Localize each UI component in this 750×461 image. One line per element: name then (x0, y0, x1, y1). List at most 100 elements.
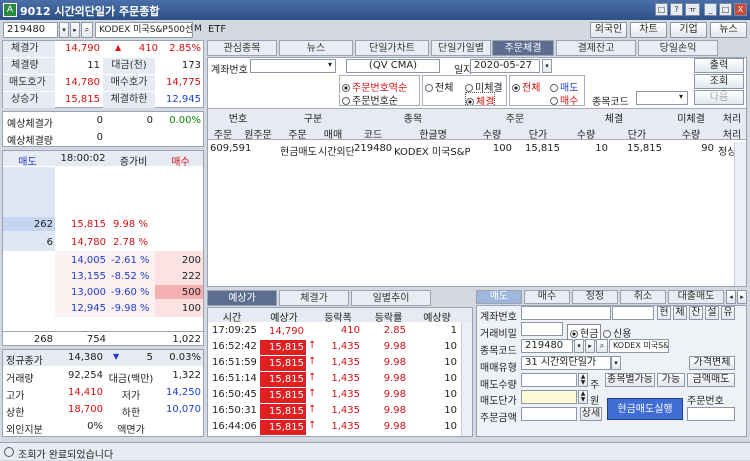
sell-qty-input[interactable] (521, 373, 577, 387)
tick-row[interactable]: 16:50:31 15,815 ↑ 1,435 9.98 10 (208, 404, 461, 419)
tab-right-icon[interactable]: ▸ (737, 290, 747, 304)
form-code-next[interactable]: ▸ (585, 339, 595, 353)
tab-modify[interactable]: 정정 (572, 290, 618, 304)
query-button[interactable]: 조회 (694, 74, 744, 89)
password-input[interactable] (521, 322, 563, 336)
tick-row[interactable]: 17:09:25 14,790 410 2.85 1 (208, 324, 461, 339)
tick-row[interactable]: 16:51:59 15,815 ↑ 1,435 9.98 10 (208, 356, 461, 371)
form-code-input[interactable]: 219480 (521, 339, 573, 353)
company-button[interactable]: 기업 (670, 22, 707, 38)
order-type-dropdown[interactable]: ▾ (611, 356, 621, 370)
tab-cancel[interactable]: 취소 (620, 290, 666, 304)
tick-time: 16:51:59 (212, 357, 256, 368)
credit-radio[interactable]: 신용 (603, 325, 631, 340)
col-order-price: 단가 (528, 130, 548, 141)
status-bar: 조회가 완료되었습니다 (0, 442, 750, 461)
tick-row[interactable]: 16:52:42 15,815 ↑ 1,435 9.98 10 (208, 340, 461, 355)
tick-rate: 9.98 (383, 341, 406, 352)
side-buy-radio[interactable]: 매수 (550, 92, 578, 105)
form-stock-name: KODEX 미국S&P (609, 339, 669, 353)
ticks-scrollbar[interactable] (461, 322, 472, 436)
col-trade: 매매 (323, 130, 343, 141)
account-input[interactable] (250, 59, 336, 73)
window-menu-button[interactable]: □ (655, 3, 668, 16)
security-type: ETF (208, 24, 227, 35)
tab-watchlist[interactable]: 관심종목 (207, 40, 277, 56)
order-type-select[interactable]: 31 시간외단일가 (521, 356, 611, 370)
code-dropdown-button[interactable]: ▾ (59, 22, 69, 38)
tick-time: 16:51:14 (212, 373, 256, 384)
tick-row[interactable]: 16:51:14 15,815 ↑ 1,435 9.98 10 (208, 372, 461, 387)
foreign-button[interactable]: 외국인 (590, 22, 627, 38)
close-button[interactable]: X (734, 3, 747, 16)
table-scrollbar[interactable] (734, 142, 746, 286)
available-button[interactable]: 가능 (657, 373, 685, 387)
label-upper: 상승가 (3, 92, 55, 108)
chart-button[interactable]: 차트 (630, 22, 667, 38)
price-stepper[interactable]: ▲ ▼ (578, 390, 588, 404)
col-pending: 미체결 (677, 114, 705, 125)
tab-left-icon[interactable]: ◂ (726, 290, 736, 304)
tab-order-exec[interactable]: 주문체결 (492, 40, 554, 56)
form-search-icon[interactable]: ⌕ (596, 339, 608, 353)
book-ask-header: 매도 (18, 157, 37, 168)
top-tabs: 관심종목 뉴스 단일가차트 단일가일별 주문체결 결제잔고 당일손익 (207, 40, 747, 56)
tab-daily-trend[interactable]: 일별추이 (351, 290, 431, 306)
search-icon[interactable]: ⌕ (81, 22, 93, 38)
btn-seol[interactable]: 설 (705, 306, 719, 320)
date-input[interactable]: 2020-05-27 (470, 59, 540, 73)
tab-buy[interactable]: 매수 (524, 290, 570, 304)
news-button[interactable]: 뉴스 (710, 22, 747, 38)
price-change-button[interactable]: 가격변체 (689, 356, 735, 370)
form-account-input[interactable] (521, 306, 611, 320)
stock-code-dropdown-icon[interactable]: ▾ (679, 92, 683, 101)
side-all-radio[interactable]: 전체 (512, 79, 540, 94)
execute-sell-button[interactable]: 현금매도실행 (607, 398, 683, 420)
table-row[interactable]: 609,591 현금매도 시간외단 219480 KODEX 미국S&P500 … (208, 142, 746, 156)
minimize-button[interactable]: _ (704, 3, 717, 16)
tab-single-chart[interactable]: 단일가차트 (355, 40, 429, 56)
next-arrow-button[interactable]: ▸ (70, 22, 80, 38)
sort-asc-radio[interactable]: 주문번호순 (342, 92, 398, 105)
tab-executed[interactable]: 체결가 (279, 290, 349, 306)
detail-button[interactable]: 상세 (580, 407, 602, 421)
tab-daily-pnl[interactable]: 당일손익 (638, 40, 718, 56)
tab-sell[interactable]: 매도 (476, 290, 522, 304)
btn-che[interactable]: 체 (673, 306, 687, 320)
maximize-button[interactable]: □ (719, 3, 732, 16)
col-exec: 체결 (604, 114, 624, 125)
print-button[interactable]: 출력 (694, 58, 744, 73)
sell-price-input[interactable] (521, 390, 577, 404)
bid-price-3: 13,000 (71, 287, 106, 298)
available-by-stock-button[interactable]: 종목별가능 (605, 373, 655, 387)
tick-row[interactable]: 16:50:45 15,815 ↑ 1,435 9.98 10 (208, 388, 461, 403)
tick-time: 16:50:31 (212, 405, 256, 416)
tab-loan-sell[interactable]: 대출매도 (668, 290, 724, 304)
btn-jan[interactable]: 잔 (689, 306, 703, 320)
account-name: (QV CMA) (346, 59, 440, 73)
fill-all-radio[interactable]: 전체 (425, 79, 453, 94)
date-picker-icon[interactable]: ▾ (542, 59, 552, 73)
fill-done-radio[interactable]: 체결 (465, 92, 496, 105)
tab-expected[interactable]: 예상가 (207, 290, 277, 306)
label-form-code: 종목코드 (480, 346, 517, 357)
btn-hyun[interactable]: 현 (657, 306, 671, 320)
next-button[interactable]: 다음 (694, 90, 744, 105)
upper-price: 15,815 (65, 94, 100, 105)
col-process-2: 처리 (722, 130, 742, 141)
tick-row[interactable]: 16:44:06 15,815 ↑ 1,435 9.98 10 (208, 420, 461, 435)
stock-code-input[interactable]: 219480 (3, 22, 58, 38)
bid-price: 14,775 (166, 77, 201, 88)
trade-amount: 1,322 (172, 370, 201, 381)
label-limit-down: 하한 (121, 408, 141, 419)
qty-stepper[interactable]: ▲ ▼ (578, 373, 588, 387)
tab-balance[interactable]: 결제잔고 (556, 40, 636, 56)
form-code-dropdown[interactable]: ▾ (574, 339, 584, 353)
help-button[interactable]: ? (670, 3, 683, 16)
amount-sell-button[interactable]: 금액매도 (687, 373, 735, 387)
account-dropdown-icon[interactable]: ▾ (328, 60, 332, 69)
btn-yu[interactable]: 유 (721, 306, 735, 320)
tab-single-daily[interactable]: 단일가일별 (431, 40, 491, 56)
tab-news[interactable]: 뉴스 (279, 40, 353, 56)
pin-button[interactable]: ㅠ (685, 3, 700, 16)
